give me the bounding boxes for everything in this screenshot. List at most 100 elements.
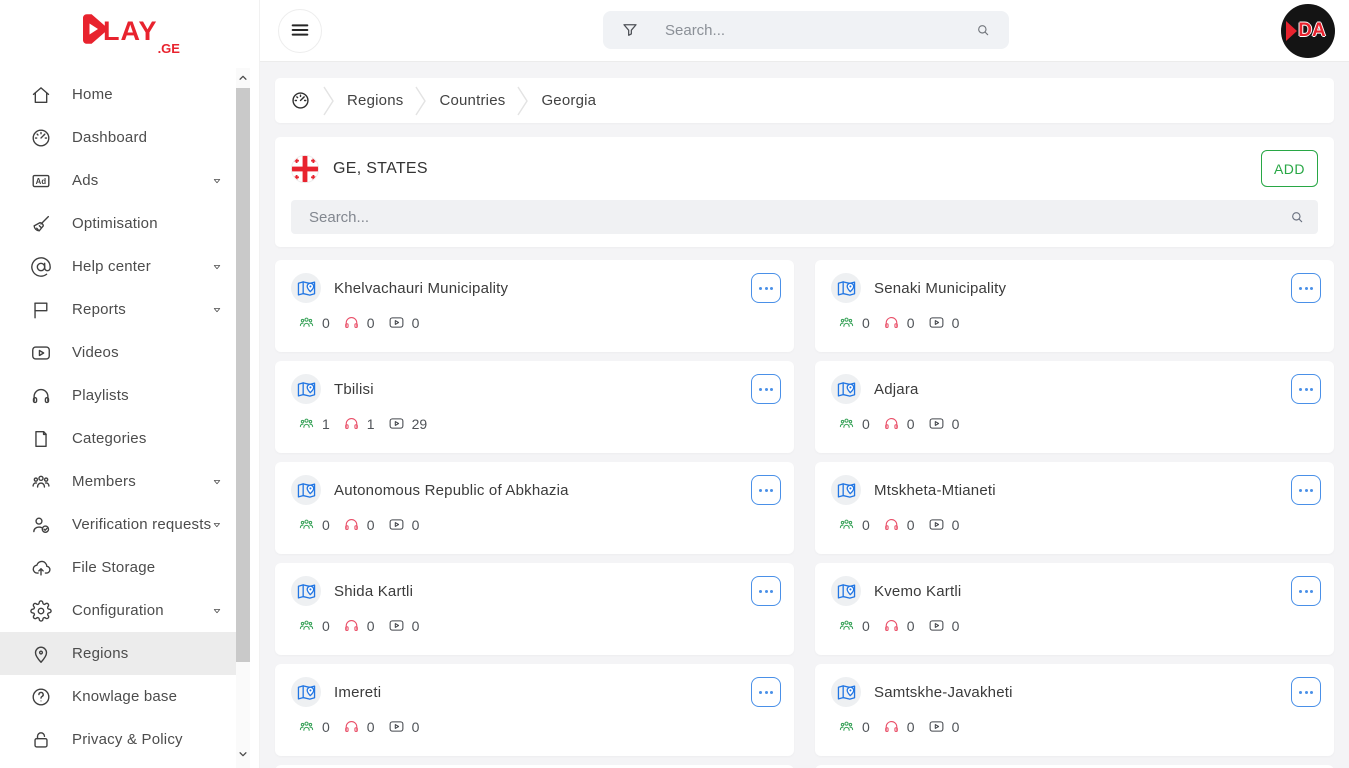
members-count: 0 — [862, 718, 870, 735]
sidebar-item-privacy-policy[interactable]: Privacy & Policy — [0, 718, 237, 761]
scroll-up-icon[interactable] — [236, 70, 250, 86]
region-card-adjara[interactable]: Adjara 0 0 0 — [815, 361, 1334, 453]
avatar[interactable]: DA — [1281, 4, 1335, 58]
avatar-play-icon — [1286, 21, 1297, 41]
menu-toggle-button[interactable] — [278, 9, 322, 53]
sidebar-item-verification-requests[interactable]: Verification requests — [0, 503, 237, 546]
card-menu-button[interactable] — [1291, 374, 1321, 404]
chevron-down-icon — [211, 304, 223, 316]
region-card-senaki-municipality[interactable]: Senaki Municipality 0 0 0 — [815, 260, 1334, 352]
breadcrumb-separator-icon — [413, 84, 429, 118]
playlists-stat: 0 — [883, 314, 915, 331]
scrollbar-thumb[interactable] — [236, 88, 250, 662]
sidebar-item-dashboard[interactable]: Dashboard — [0, 116, 237, 159]
dashboard-icon — [30, 127, 52, 149]
members-stat: 0 — [838, 314, 870, 331]
region-name: Autonomous Republic of Abkhazia — [334, 481, 569, 499]
sidebar-item-label: Knowlage base — [72, 688, 178, 705]
search-icon[interactable] — [1289, 209, 1305, 225]
chevron-down-icon — [211, 261, 223, 273]
members-stat: 1 — [298, 415, 330, 432]
sidebar-item-home[interactable]: Home — [0, 73, 237, 116]
region-name: Senaki Municipality — [874, 279, 1007, 297]
lock-icon — [30, 729, 52, 751]
sidebar-item-file-storage[interactable]: File Storage — [0, 546, 237, 589]
map-icon — [291, 273, 321, 303]
regions-grid: Khelvachauri Municipality 0 0 0 Senaki Mun… — [275, 260, 1334, 768]
brand-logo[interactable]: LAY .GE — [0, 0, 259, 62]
card-menu-button[interactable] — [751, 273, 781, 303]
sidebar-item-videos[interactable]: Videos — [0, 331, 237, 374]
brand-logo-text: LAY — [103, 15, 158, 46]
region-card-imereti[interactable]: Imereti 0 0 0 — [275, 664, 794, 756]
georgia-flag-icon — [290, 154, 320, 183]
playlists-count: 0 — [366, 617, 375, 634]
region-card-shida-kartli[interactable]: Shida Kartli 0 0 0 — [275, 563, 794, 655]
playlists-stat: 1 — [343, 415, 375, 432]
videos-stat: 0 — [928, 617, 959, 634]
playlists-count: 0 — [906, 314, 915, 331]
sidebar-item-reports[interactable]: Reports — [0, 288, 237, 331]
members-count: 1 — [322, 415, 330, 432]
sidebar-item-label: Configuration — [72, 602, 164, 619]
region-name: Khelvachauri Municipality — [334, 279, 509, 297]
filter-icon[interactable] — [621, 21, 639, 39]
sidebar-item-playlists[interactable]: Playlists — [0, 374, 237, 417]
region-stats: 0 0 0 — [291, 314, 781, 331]
states-search-input[interactable] — [307, 207, 1289, 227]
card-menu-button[interactable] — [751, 374, 781, 404]
headphones-icon — [343, 415, 360, 432]
region-stats: 0 0 0 — [291, 718, 781, 735]
dashboard-icon[interactable] — [290, 90, 311, 111]
sidebar-item-knowlage-base[interactable]: Knowlage base — [0, 675, 237, 718]
sidebar-item-categories[interactable]: Categories — [0, 417, 237, 460]
sidebar-item-label: Help center — [72, 258, 151, 275]
map-icon — [291, 576, 321, 606]
sidebar-item-ads[interactable]: Ad Ads — [0, 159, 237, 202]
card-menu-button[interactable] — [1291, 475, 1321, 505]
add-button[interactable]: ADD — [1261, 150, 1318, 187]
global-search-input[interactable] — [663, 20, 975, 40]
videos-stat: 0 — [928, 516, 959, 533]
region-card-autonomous-republic-of-abkhazia[interactable]: Autonomous Republic of Abkhazia 0 0 0 — [275, 462, 794, 554]
breadcrumb-separator-icon — [321, 84, 337, 118]
card-menu-button[interactable] — [1291, 576, 1321, 606]
members-stat: 0 — [838, 516, 870, 533]
breadcrumb-item-regions[interactable]: Regions — [347, 92, 403, 109]
sidebar-item-configuration[interactable]: Configuration — [0, 589, 237, 632]
region-name: Shida Kartli — [334, 582, 414, 600]
card-menu-button[interactable] — [1291, 677, 1321, 707]
videos-count: 0 — [951, 718, 960, 735]
card-menu-button[interactable] — [751, 475, 781, 505]
people-icon — [298, 314, 315, 331]
breadcrumb-item-countries[interactable]: Countries — [439, 92, 505, 109]
sidebar: LAY .GE Home Dashboard Ad Ads Optimisati… — [0, 0, 260, 768]
sidebar-item-regions[interactable]: Regions — [0, 632, 237, 675]
sidebar-item-members[interactable]: Members — [0, 460, 237, 503]
sidebar-item-help-center[interactable]: Help center — [0, 245, 237, 288]
region-card-tbilisi[interactable]: Tbilisi 1 1 29 — [275, 361, 794, 453]
region-card-kvemo-kartli[interactable]: Kvemo Kartli 0 0 0 — [815, 563, 1334, 655]
video-icon — [928, 314, 945, 331]
region-stats: 0 0 0 — [291, 617, 781, 634]
card-menu-button[interactable] — [751, 677, 781, 707]
scroll-down-icon[interactable] — [236, 746, 250, 762]
members-stat: 0 — [838, 718, 870, 735]
map-icon — [831, 273, 861, 303]
playlists-count: 0 — [906, 415, 915, 432]
region-card-mtskheta-mtianeti[interactable]: Mtskheta-Mtianeti 0 0 0 — [815, 462, 1334, 554]
search-icon[interactable] — [975, 22, 991, 38]
playlists-count: 0 — [906, 617, 915, 634]
sidebar-item-label: Verification requests — [72, 516, 212, 533]
members-count: 0 — [322, 516, 330, 533]
region-card-khelvachauri-municipality[interactable]: Khelvachauri Municipality 0 0 0 — [275, 260, 794, 352]
people-icon — [838, 718, 855, 735]
card-menu-button[interactable] — [751, 576, 781, 606]
region-name: Adjara — [874, 380, 919, 398]
sidebar-item-optimisation[interactable]: Optimisation — [0, 202, 237, 245]
region-card-samtskhe-javakheti[interactable]: Samtskhe-Javakheti 0 0 0 — [815, 664, 1334, 756]
card-menu-button[interactable] — [1291, 273, 1321, 303]
map-icon — [291, 374, 321, 404]
region-stats: 0 0 0 — [831, 617, 1321, 634]
file-icon — [30, 428, 52, 450]
